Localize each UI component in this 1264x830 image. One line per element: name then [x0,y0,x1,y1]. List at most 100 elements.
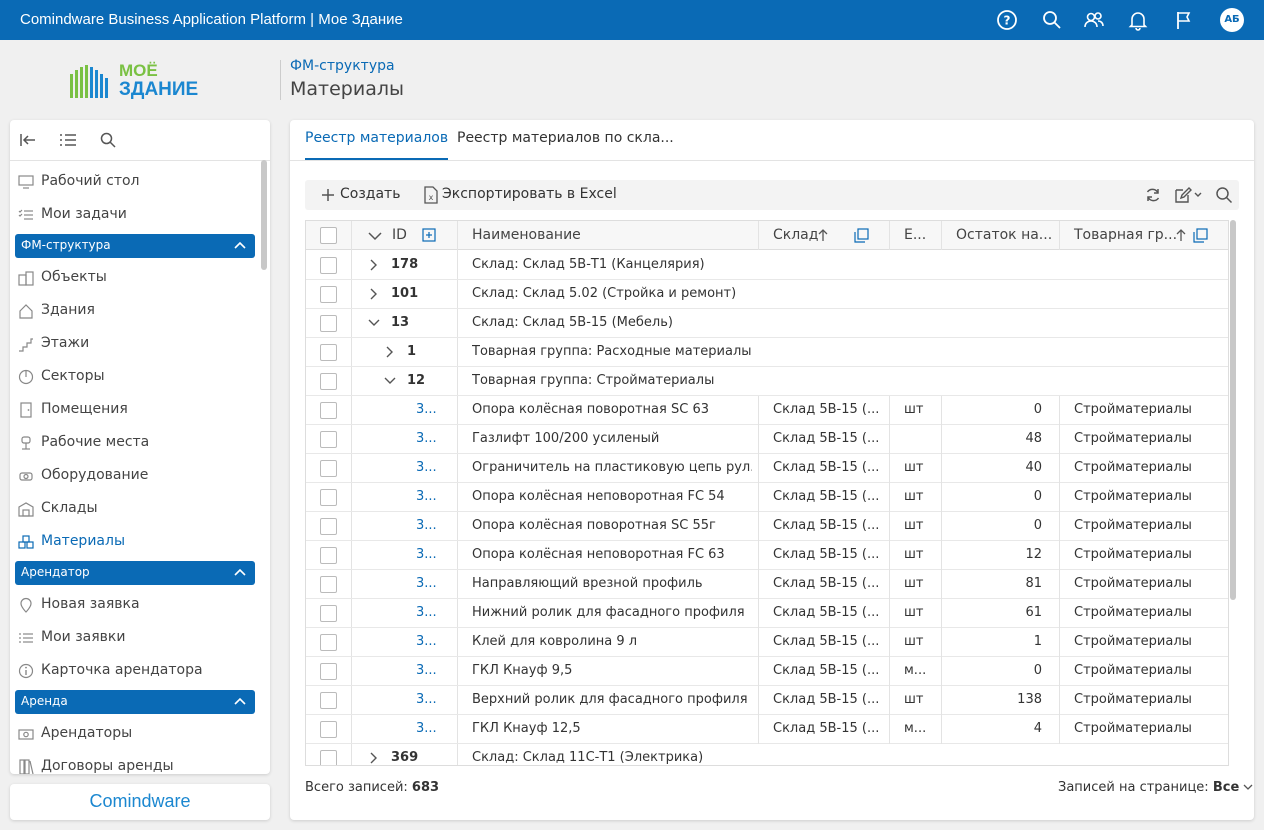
collapse-all-icon[interactable] [368,230,382,242]
row-checkbox[interactable] [320,431,337,448]
select-all-checkbox[interactable] [320,227,337,244]
record-id-link[interactable]: 3... [416,692,446,707]
table-row[interactable]: 3... ГКЛ Кнауф 12,5 Склад 5В-15 (... м... 4 С… [306,715,1228,744]
table-row[interactable]: 178 Склад: Склад 5В-Т1 (Канцелярия) [306,251,1228,280]
sidebar-item[interactable]: Помещения [15,395,255,425]
group-column-icon[interactable] [854,228,869,243]
row-checkbox[interactable] [320,402,337,419]
col-product-group[interactable]: Товарная гр... [1074,227,1177,243]
sidebar-item[interactable]: Материалы [15,527,255,557]
record-id-link[interactable]: 3... [416,518,446,533]
record-id-link[interactable]: 3... [416,721,446,736]
table-row[interactable]: 1 Товарная группа: Расходные материалы [306,338,1228,367]
table-row[interactable]: 3... Опора колёсная неповоротная FC 54 Скл… [306,483,1228,512]
table-row[interactable]: 3... Опора колёсная поворотная SC 63 Склад… [306,396,1228,425]
sidebar-scrollbar[interactable] [261,160,267,270]
sort-asc-icon[interactable] [817,228,829,242]
chevron-right-icon[interactable] [384,346,396,358]
table-row[interactable]: 3... Газлифт 100/200 усиленый Склад 5В-15 … [306,425,1228,454]
row-checkbox[interactable] [320,547,337,564]
col-warehouse[interactable]: Склад [773,227,818,243]
row-checkbox[interactable] [320,373,337,390]
table-row[interactable]: 3... Направляющий врезной профиль Склад 5В… [306,570,1228,599]
table-row[interactable]: 12 Товарная группа: Стройматериалы [306,367,1228,396]
row-checkbox[interactable] [320,286,337,303]
sidebar-group[interactable]: Арендатор [15,561,255,585]
table-row[interactable]: 3... Нижний ролик для фасадного профиля Ск… [306,599,1228,628]
grid-search-icon[interactable] [1215,186,1233,204]
row-checkbox[interactable] [320,315,337,332]
chevron-right-icon[interactable] [368,288,380,300]
sidebar-item[interactable]: Объекты [15,263,255,293]
chevron-down-icon[interactable] [368,317,380,329]
col-balance[interactable]: Остаток на... [956,227,1052,243]
record-id-link[interactable]: 3... [416,431,446,446]
sidebar-item[interactable]: Рабочий стол [15,167,255,197]
bell-icon[interactable] [1127,9,1149,31]
table-row[interactable]: 101 Склад: Склад 5.02 (Стройка и ремонт) [306,280,1228,309]
record-id-link[interactable]: 3... [416,460,446,475]
flag-icon[interactable] [1173,9,1195,31]
export-excel-button[interactable]: x Экспортировать в Excel [423,186,617,204]
row-checkbox[interactable] [320,692,337,709]
record-id-link[interactable]: 3... [416,402,446,417]
sidebar-item[interactable]: Этажи [15,329,255,359]
record-id-link[interactable]: 3... [416,576,446,591]
sidebar-group[interactable]: ФМ-структура [15,234,255,258]
sidebar-item[interactable]: Новая заявка [15,590,255,620]
row-checkbox[interactable] [320,605,337,622]
record-id-link[interactable]: 3... [416,547,446,562]
record-id-link[interactable]: 3... [416,634,446,649]
list-view-icon[interactable] [59,131,77,149]
sidebar-item[interactable]: Склады [15,494,255,524]
table-row[interactable]: 13 Склад: Склад 5В-15 (Мебель) [306,309,1228,338]
breadcrumb[interactable]: ФМ-структура [290,58,395,74]
edit-dropdown-icon[interactable] [1174,186,1204,204]
table-row[interactable]: 3... Верхний ролик для фасадного профиля С… [306,686,1228,715]
table-row[interactable]: 3... Опора колёсная неповоротная FC 63 Скл… [306,541,1228,570]
row-checkbox[interactable] [320,721,337,738]
col-id[interactable]: ID [392,227,407,243]
row-checkbox[interactable] [320,460,337,477]
collapse-sidebar-icon[interactable] [19,131,37,149]
table-row[interactable]: 3... Опора колёсная поворотная SC 55г Скла… [306,512,1228,541]
col-unit[interactable]: Е... [904,227,926,243]
table-row[interactable]: 3... ГКЛ Кнауф 9,5 Склад 5В-15 (... м... 0 Ст… [306,657,1228,686]
grid-scrollbar[interactable] [1230,220,1236,600]
row-checkbox[interactable] [320,344,337,361]
chevron-down-icon[interactable] [384,375,396,387]
table-row[interactable]: 369 Склад: Склад 11С-Т1 (Электрика) [306,744,1228,765]
search-icon[interactable] [1041,9,1063,31]
row-checkbox[interactable] [320,576,337,593]
users-icon[interactable] [1083,9,1105,31]
sidebar-search-icon[interactable] [99,131,117,149]
record-id-link[interactable]: 3... [416,489,446,504]
sidebar-item[interactable]: Договоры аренды [15,752,255,774]
sidebar-group[interactable]: Аренда [15,690,255,714]
sidebar-item[interactable]: Рабочие места [15,428,255,458]
table-row[interactable]: 3... Клей для ковролина 9 л Склад 5В-15 (.… [306,628,1228,657]
sidebar-item[interactable]: Мои заявки [15,623,255,653]
sidebar-item[interactable]: Карточка арендатора [15,656,255,686]
record-id-link[interactable]: 3... [416,663,446,678]
tab-materials-by-warehouse[interactable]: Реестр материалов по скла... [457,130,674,160]
group-column-icon-2[interactable] [1193,228,1208,243]
sidebar-item[interactable]: Арендаторы [15,719,255,749]
sidebar-item[interactable]: Мои задачи [15,200,255,230]
row-checkbox[interactable] [320,663,337,680]
row-checkbox[interactable] [320,750,337,765]
sidebar-item[interactable]: Секторы [15,362,255,392]
row-checkbox[interactable] [320,257,337,274]
avatar[interactable]: АБ [1220,8,1244,32]
add-column-icon[interactable] [422,228,436,242]
row-checkbox[interactable] [320,518,337,535]
page-size-selector[interactable]: Записей на странице: Все [1058,780,1253,795]
help-icon[interactable]: ? [996,9,1018,31]
row-checkbox[interactable] [320,489,337,506]
row-checkbox[interactable] [320,634,337,651]
sidebar-item[interactable]: Оборудование [15,461,255,491]
refresh-icon[interactable] [1144,186,1162,204]
sidebar-item[interactable]: Здания [15,296,255,326]
col-name[interactable]: Наименование [472,227,581,243]
record-id-link[interactable]: 3... [416,605,446,620]
